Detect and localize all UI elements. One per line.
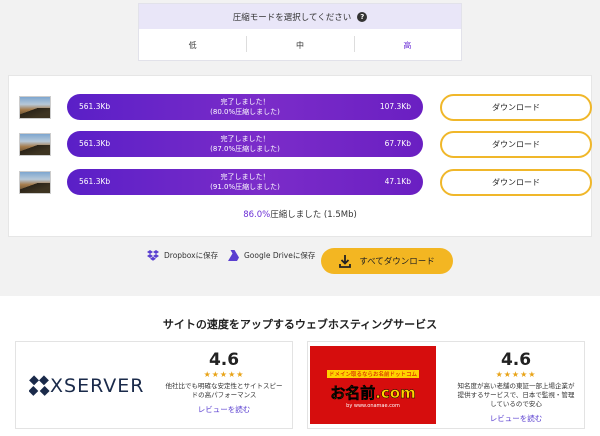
compressed-size: 47.1Kb: [384, 177, 411, 186]
xserver-logo[interactable]: XSERVER: [22, 350, 154, 422]
compression-summary: 86.0%圧縮しました (1.5Mb): [9, 208, 591, 220]
rating-score: 4.6: [208, 350, 240, 370]
summary-text: 圧縮しました (1.5Mb): [270, 210, 357, 220]
download-button[interactable]: ダウンロード: [440, 130, 592, 158]
status-message: 完了しました！ (80.0%圧縮しました): [67, 97, 423, 117]
card-description: 他社比でも明確な安定性とサイトスピードの高パフォーマンス: [165, 382, 283, 399]
image-thumbnail: [19, 170, 51, 194]
download-button[interactable]: ダウンロード: [440, 93, 592, 121]
hosting-card-xserver: XSERVER 4.6 ★★★★★ 他社比でも明確な安定性とサイトスピードの高パ…: [15, 341, 293, 429]
card-description: 知名度が高い老舗の東証一部上場企業が提供するサービスで、日本で監視・管理している…: [457, 382, 575, 408]
results-panel: 561.3Kb 完了しました！ (80.0%圧縮しました) 107.3Kb ダウ…: [8, 75, 592, 237]
hosting-card-onamae: ドメイン取るならお名前ドットコム お名前.com by www.onamae.c…: [307, 341, 585, 429]
result-row: 561.3Kb 完了しました！ (80.0%圧縮しました) 107.3Kb ダウ…: [19, 93, 592, 121]
result-row: 561.3Kb 完了しました！ (87.0%圧縮しました) 67.7Kb ダウン…: [19, 130, 592, 158]
status-detail: (80.0%圧縮しました): [210, 108, 280, 116]
dropbox-label: Dropboxに保存: [164, 251, 219, 260]
hosting-section: サイトの速度をアップするウェブホスティングサービス XSERVER 4.6 ★★…: [0, 296, 600, 436]
status-done: 完了しました！: [220, 135, 270, 143]
onamae-logo-content: ドメイン取るならお名前ドットコム お名前.com by www.onamae.c…: [326, 361, 419, 409]
help-icon[interactable]: ?: [357, 11, 368, 22]
progress-bar: 561.3Kb 完了しました！ (80.0%圧縮しました) 107.3Kb: [67, 94, 423, 120]
save-to-dropbox[interactable]: Dropboxに保存: [147, 250, 218, 261]
compressed-size: 107.3Kb: [379, 102, 411, 111]
card-info: 4.6 ★★★★★ 他社比でも明確な安定性とサイトスピードの高パフォーマンス レ…: [156, 342, 292, 428]
status-done: 完了しました！: [220, 173, 270, 181]
status-detail: (87.0%圧縮しました): [210, 145, 280, 153]
onamae-url: by www.onamae.com: [346, 403, 400, 409]
xserver-logo-text: XSERVER: [50, 375, 145, 397]
onamae-tagline: ドメイン取るならお名前ドットコム: [326, 370, 419, 378]
rating-score: 4.6: [500, 350, 532, 370]
mode-option-medium[interactable]: 中: [246, 35, 353, 52]
download-button[interactable]: ダウンロード: [440, 168, 592, 196]
download-all-label: すべてダウンロード: [359, 257, 435, 267]
dropbox-icon: [147, 250, 159, 261]
status-done: 完了しました！: [220, 98, 270, 106]
google-drive-icon: [226, 250, 239, 261]
rating-stars: ★★★★★: [203, 370, 245, 379]
read-review-link[interactable]: レビューを読む: [448, 413, 584, 424]
download-icon: [339, 254, 352, 268]
result-row: 561.3Kb 完了しました！ (91.0%圧縮しました) 47.1Kb ダウン…: [19, 168, 592, 196]
download-all-button[interactable]: すべてダウンロード: [321, 248, 453, 274]
hosting-title: サイトの速度をアップするウェブホスティングサービス: [162, 318, 438, 331]
read-review-link[interactable]: レビューを読む: [156, 404, 292, 415]
onamae-logo[interactable]: ドメイン取るならお名前ドットコム お名前.com by www.onamae.c…: [310, 346, 436, 424]
card-info: 4.6 ★★★★★ 知名度が高い老舗の東証一部上場企業が提供するサービスで、日本…: [448, 342, 584, 428]
mode-option-high[interactable]: 高: [353, 35, 461, 52]
status-message: 完了しました！ (87.0%圧縮しました): [67, 134, 423, 154]
status-detail: (91.0%圧縮しました): [210, 183, 280, 191]
image-thumbnail: [19, 132, 51, 156]
onamae-logo-text: お名前.com: [330, 384, 416, 403]
progress-bar: 561.3Kb 完了しました！ (87.0%圧縮しました) 67.7Kb: [67, 131, 423, 157]
google-drive-label: Google Driveに保存: [244, 251, 316, 260]
progress-bar: 561.3Kb 完了しました！ (91.0%圧縮しました) 47.1Kb: [67, 169, 423, 195]
mode-title: 圧縮モードを選択してください: [232, 12, 352, 23]
status-message: 完了しました！ (91.0%圧縮しました): [67, 172, 423, 192]
rating-stars: ★★★★★: [495, 370, 537, 379]
save-to-google-drive[interactable]: Google Driveに保存: [226, 250, 315, 261]
mode-option-low[interactable]: 低: [139, 40, 246, 51]
compressed-size: 67.7Kb: [384, 139, 411, 148]
compression-mode-panel: 圧縮モードを選択してください ? 低 中 高: [138, 3, 462, 61]
image-thumbnail: [19, 95, 51, 119]
summary-percent: 86.0%: [243, 210, 271, 220]
mode-header: 圧縮モードを選択してください ?: [139, 4, 461, 29]
mode-options: 低 中 高: [139, 29, 461, 61]
